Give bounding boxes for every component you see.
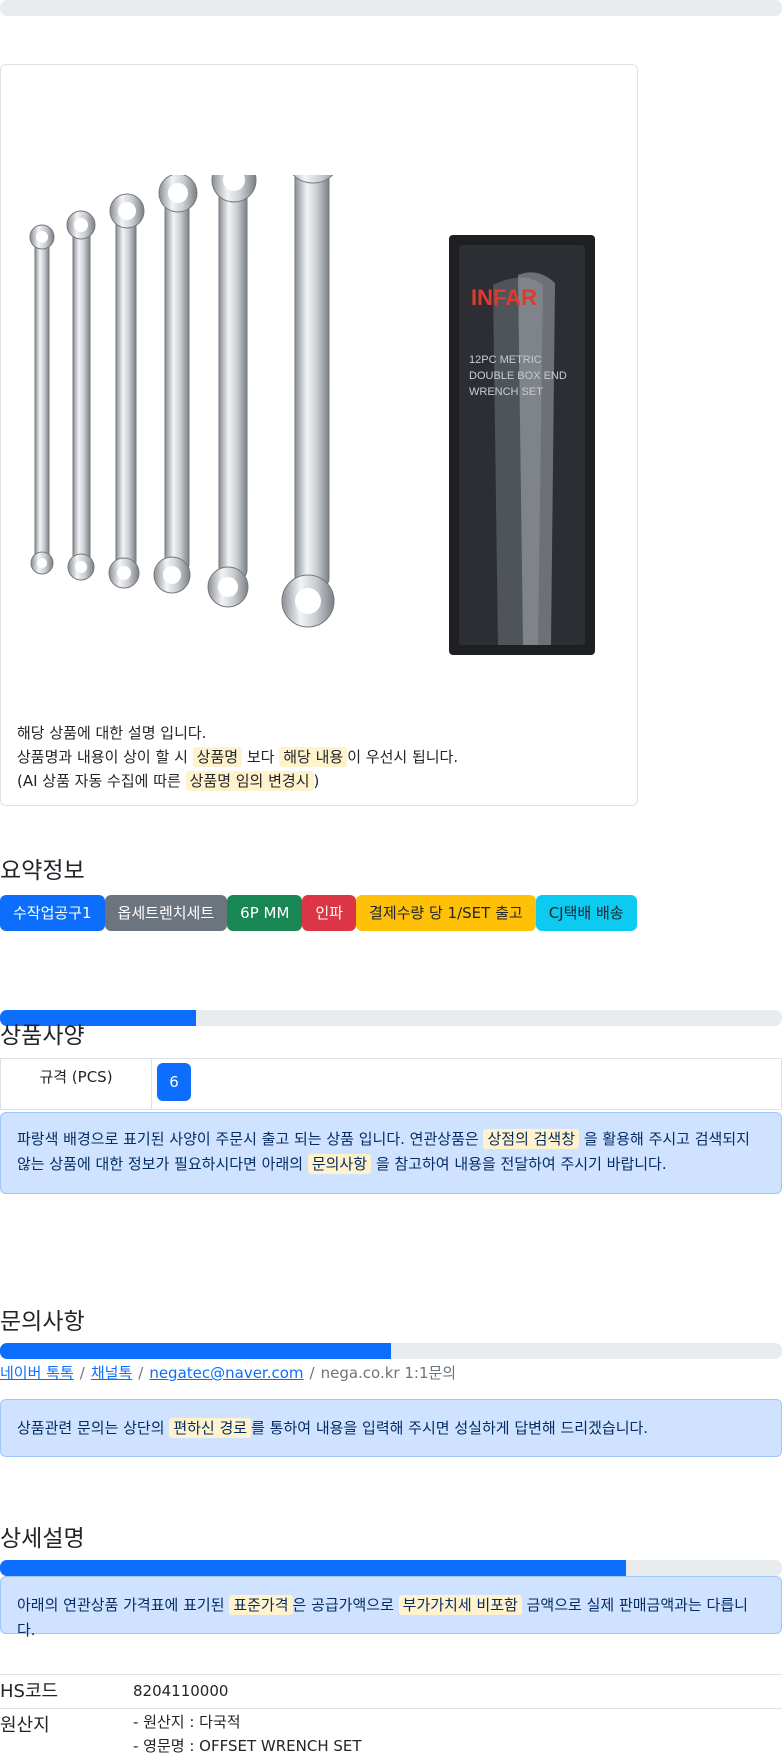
highlight-name-change: 상품명 임의 변경시 xyxy=(185,771,314,791)
link-channel-talk[interactable]: 채널톡 xyxy=(91,1364,132,1382)
wrench-8 xyxy=(66,210,96,581)
wrench-10 xyxy=(108,193,145,589)
detail-notice: 아래의 연관상품 가격표에 표기된 표준가격 은 공급가액으로 부가가치세 비포함… xyxy=(0,1576,782,1639)
spec-value-chip[interactable]: 6 xyxy=(157,1063,191,1101)
summary-badge: 결제수량 당 1/SET 출고 xyxy=(356,895,536,931)
hs-code-label: HS코드 xyxy=(0,1681,59,1702)
separator: / xyxy=(79,1364,85,1382)
description-line-2: 상품명과 내용이 상이 할 시 상품명 보다 해당 내용 이 우선시 됩니다. xyxy=(17,747,459,767)
detail-progress-fill xyxy=(0,1560,626,1576)
specs-title: 상품사양 xyxy=(0,1023,85,1049)
spec-table: 규격 (PCS) 6 xyxy=(0,1058,782,1110)
summary-badge: 인파 xyxy=(302,895,357,931)
separator: / xyxy=(138,1364,144,1382)
product-card: INFAR 12PC METRIC DOUBLE BOX END WRENCH … xyxy=(0,64,638,806)
highlight-content: 해당 내용 xyxy=(279,747,348,767)
inquiry-title: 문의사항 xyxy=(0,1309,85,1335)
inquiry-links: 네이버 톡톡 / 채널톡 / negatec@naver.com / nega.co.kr … xyxy=(0,1362,456,1383)
wrench-6 xyxy=(29,224,55,575)
separator: / xyxy=(309,1364,315,1382)
summary-title: 요약정보 xyxy=(0,858,85,884)
highlight-preferred-route: 편하신 경로 xyxy=(169,1418,252,1438)
summary-badge: 6P MM xyxy=(227,895,303,931)
highlight-vat-excluded: 부가가치세 비포함 xyxy=(398,1595,522,1615)
highlight-inquiry: 문의사항 xyxy=(307,1154,372,1174)
link-naver-talk[interactable]: 네이버 톡톡 xyxy=(0,1364,74,1382)
highlight-standard-price: 표준가격 xyxy=(229,1595,293,1615)
hs-code-row: HS코드 8204110000 xyxy=(0,1674,782,1708)
product-description: 해당 상품에 대한 설명 입니다. 상품명과 내용이 상이 할 시 상품명 보다… xyxy=(17,721,458,793)
wrench-14 xyxy=(207,175,257,608)
origin-line-2: - 영문명 : OFFSET WRENCH SET xyxy=(133,1737,362,1755)
origin-line-1: - 원산지 : 다국적 xyxy=(133,1713,241,1731)
origin-label: 원산지 xyxy=(0,1715,50,1736)
detail-progress-bar xyxy=(0,1560,782,1576)
highlight-store-search: 상점의 검색창 xyxy=(483,1129,580,1149)
product-image: INFAR 12PC METRIC DOUBLE BOX END WRENCH … xyxy=(29,175,595,655)
summary-badges: 수작업공구1 옵세트렌치세트 6P MM 인파 결제수량 당 1/SET 출고 CJ택배 … xyxy=(0,895,637,931)
spec-value-cell: 6 xyxy=(152,1059,196,1109)
description-line-1: 해당 상품에 대한 설명 입니다. xyxy=(17,724,207,742)
link-email[interactable]: negatec@naver.com xyxy=(149,1364,303,1382)
current-inquiry-channel: nega.co.kr 1:1문의 xyxy=(320,1364,457,1382)
top-progress-bar xyxy=(0,0,782,16)
highlight-product-name: 상품명 xyxy=(192,747,243,767)
wrench-pouch: INFAR 12PC METRIC DOUBLE BOX END WRENCH … xyxy=(449,235,595,655)
detail-title: 상세설명 xyxy=(0,1526,85,1552)
summary-badge: 수작업공구1 xyxy=(0,895,105,931)
origin-row: 원산지 - 원산지 : 다국적 - 영문명 : OFFSET WRENCH SE… xyxy=(0,1708,782,1757)
origin-values: - 원산지 : 다국적 - 영문명 : OFFSET WRENCH SET xyxy=(133,1710,362,1758)
summary-badge: 옵세트렌치세트 xyxy=(104,895,228,931)
pouch-line1: 12PC METRIC xyxy=(469,354,542,366)
summary-badge: CJ택배 배송 xyxy=(535,895,637,931)
inquiry-notice: 상품관련 문의는 상단의 편하신 경로 를 통하여 내용을 입력해 주시면 성실하… xyxy=(0,1399,782,1457)
pouch-line3: WRENCH SET xyxy=(469,386,543,398)
specs-notice: 파랑색 배경으로 표기된 사양이 주문시 출고 되는 상품 입니다. 연관상품은… xyxy=(0,1112,782,1194)
wrench-17 xyxy=(281,175,335,628)
hs-code-value: 8204110000 xyxy=(133,1682,229,1700)
description-line-3: (AI 상품 자동 수집에 따른 상품명 임의 변경시) xyxy=(17,771,320,791)
specs-progress-bar xyxy=(0,1010,782,1026)
inquiry-progress-bar xyxy=(0,1343,782,1359)
pouch-line2: DOUBLE BOX END xyxy=(469,370,567,382)
wrench-12 xyxy=(153,175,198,594)
inquiry-progress-fill xyxy=(0,1343,391,1359)
spec-label: 규격 (PCS) xyxy=(1,1059,152,1109)
pouch-brand: INFAR xyxy=(471,285,537,310)
